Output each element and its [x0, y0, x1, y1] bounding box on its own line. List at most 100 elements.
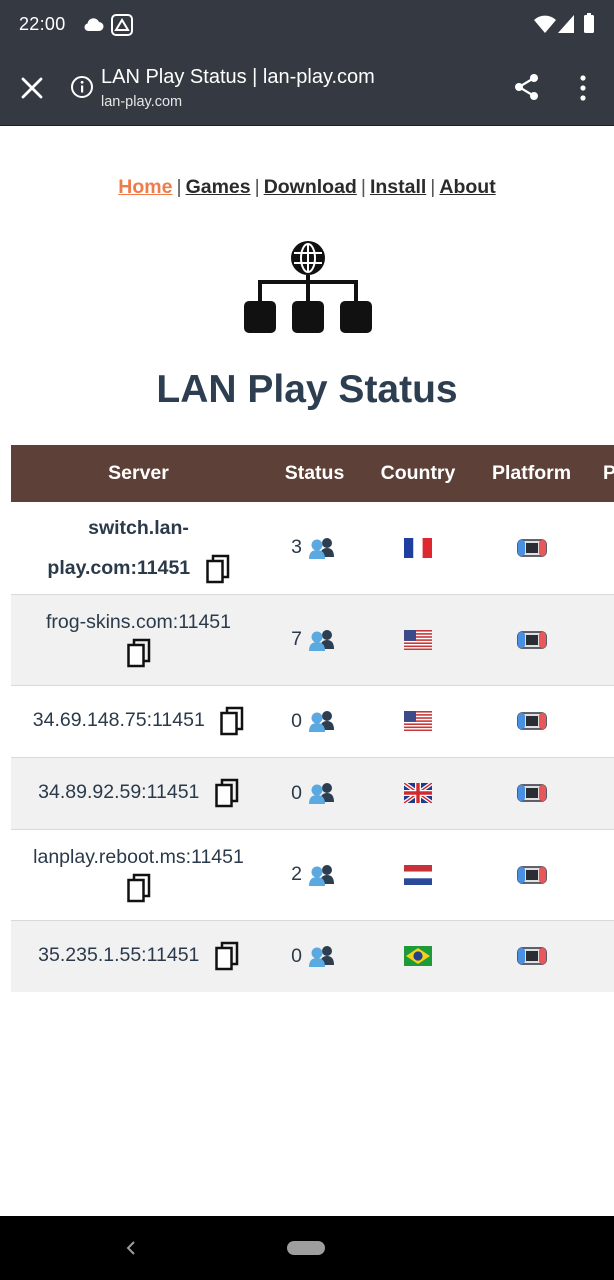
nav-about-link[interactable]: About	[439, 176, 495, 198]
network-logo-icon	[244, 241, 372, 333]
status-cell: 0	[266, 757, 363, 830]
status-cell: 0	[266, 685, 363, 758]
page-heading: LAN Play Status	[156, 368, 458, 411]
table-header-row: Server Status Country Platform P	[11, 445, 614, 502]
player-count: 0	[291, 781, 302, 804]
players-icon	[308, 537, 334, 559]
back-icon[interactable]	[124, 1240, 138, 1256]
info-icon[interactable]	[70, 75, 94, 99]
switch-icon	[516, 866, 547, 884]
table-row: lanplay.reboot.ms:11451 2	[11, 829, 614, 921]
nav-install-link[interactable]: Install	[370, 176, 426, 198]
player-count: 0	[291, 709, 302, 732]
brazil-flag-icon	[404, 946, 432, 967]
players-icon	[308, 864, 334, 886]
country-cell	[363, 502, 473, 595]
server-table: Server Status Country Platform P switch.…	[11, 445, 614, 992]
extra-cell	[590, 920, 614, 992]
header-extra[interactable]: P	[590, 445, 614, 502]
server-address: 34.69.148.75:11451	[32, 709, 205, 732]
switch-icon	[516, 631, 547, 649]
share-icon[interactable]	[512, 72, 542, 102]
copy-icon[interactable]	[215, 941, 239, 971]
server-cell: frog-skins.com:11451	[11, 594, 266, 686]
home-pill[interactable]	[287, 1241, 325, 1255]
platform-cell	[473, 594, 590, 686]
page-title-text: LAN Play Status | lan-play.com	[101, 66, 375, 88]
country-cell	[363, 685, 473, 758]
platform-cell	[473, 685, 590, 758]
player-count: 0	[291, 944, 302, 967]
country-cell	[363, 757, 473, 830]
france-flag-icon	[404, 538, 432, 559]
server-address: play.com:11451	[47, 556, 191, 579]
server-cell: 34.89.92.59:11451	[11, 757, 266, 830]
extra-cell	[590, 502, 614, 595]
status-cell: 3	[266, 502, 363, 595]
extra-cell	[590, 757, 614, 830]
server-address: 34.89.92.59:11451	[38, 781, 200, 804]
country-cell	[363, 594, 473, 686]
switch-icon	[516, 784, 547, 803]
copy-icon[interactable]	[205, 554, 230, 584]
more-options-icon[interactable]	[572, 74, 594, 102]
nav-separator: |	[360, 176, 366, 198]
status-cell: 2	[266, 829, 363, 921]
players-icon	[308, 783, 334, 805]
clock: 22:00	[19, 14, 66, 34]
players-icon	[308, 711, 334, 733]
switch-icon	[516, 539, 547, 557]
server-address: lanplay.reboot.ms:11451	[33, 846, 244, 868]
wifi-icon	[534, 15, 556, 33]
header-platform[interactable]: Platform	[473, 445, 590, 502]
table-row: 34.89.92.59:11451 0	[11, 757, 614, 830]
players-icon	[308, 946, 334, 968]
nav-download-link[interactable]: Download	[264, 176, 357, 198]
switch-icon	[516, 712, 547, 731]
server-address: switch.lan-	[88, 516, 189, 539]
close-icon[interactable]	[18, 74, 46, 102]
table-row: switch.lan- play.com:11451 3	[11, 502, 614, 595]
table-row: 34.69.148.75:11451 0	[11, 685, 614, 758]
usa-flag-icon	[404, 629, 432, 650]
battery-icon	[584, 13, 594, 33]
extra-cell	[590, 594, 614, 686]
nav-separator: |	[176, 176, 182, 198]
copy-icon[interactable]	[126, 638, 151, 668]
header-server[interactable]: Server	[11, 445, 266, 502]
header-country[interactable]: Country	[363, 445, 473, 502]
server-cell: lanplay.reboot.ms:11451	[11, 829, 266, 921]
server-address: 35.235.1.55:11451	[38, 944, 200, 967]
platform-cell	[473, 757, 590, 830]
extra-cell	[590, 685, 614, 758]
copy-icon[interactable]	[126, 873, 151, 903]
copy-icon[interactable]	[220, 706, 244, 736]
player-count: 3	[291, 536, 302, 559]
players-icon	[308, 629, 334, 651]
copy-icon[interactable]	[215, 778, 239, 808]
country-cell	[363, 920, 473, 992]
table-row: frog-skins.com:11451 7	[11, 594, 614, 686]
browser-toolbar: LAN Play Status | lan-play.com lan-play.…	[0, 50, 614, 126]
platform-cell	[473, 920, 590, 992]
platform-cell	[473, 829, 590, 921]
server-address: frog-skins.com:11451	[46, 611, 231, 633]
app-notification-icon	[111, 14, 133, 36]
server-cell: 35.235.1.55:11451	[11, 920, 266, 992]
cell-signal-icon	[558, 15, 574, 33]
server-cell: switch.lan- play.com:11451	[11, 502, 266, 595]
site-nav: Home | Games | Download | Install | About	[0, 176, 614, 199]
country-cell	[363, 829, 473, 921]
player-count: 7	[291, 628, 302, 651]
header-status[interactable]: Status	[266, 445, 363, 502]
platform-cell	[473, 502, 590, 595]
extra-cell	[590, 829, 614, 921]
cloud-icon	[84, 18, 104, 31]
nav-games-link[interactable]: Games	[186, 176, 251, 198]
nav-home-link[interactable]: Home	[118, 176, 172, 198]
status-cell: 7	[266, 594, 363, 686]
status-cell: 0	[266, 920, 363, 992]
player-count: 2	[291, 863, 302, 886]
uk-flag-icon	[404, 783, 432, 804]
table-row: 35.235.1.55:11451 0	[11, 920, 614, 992]
